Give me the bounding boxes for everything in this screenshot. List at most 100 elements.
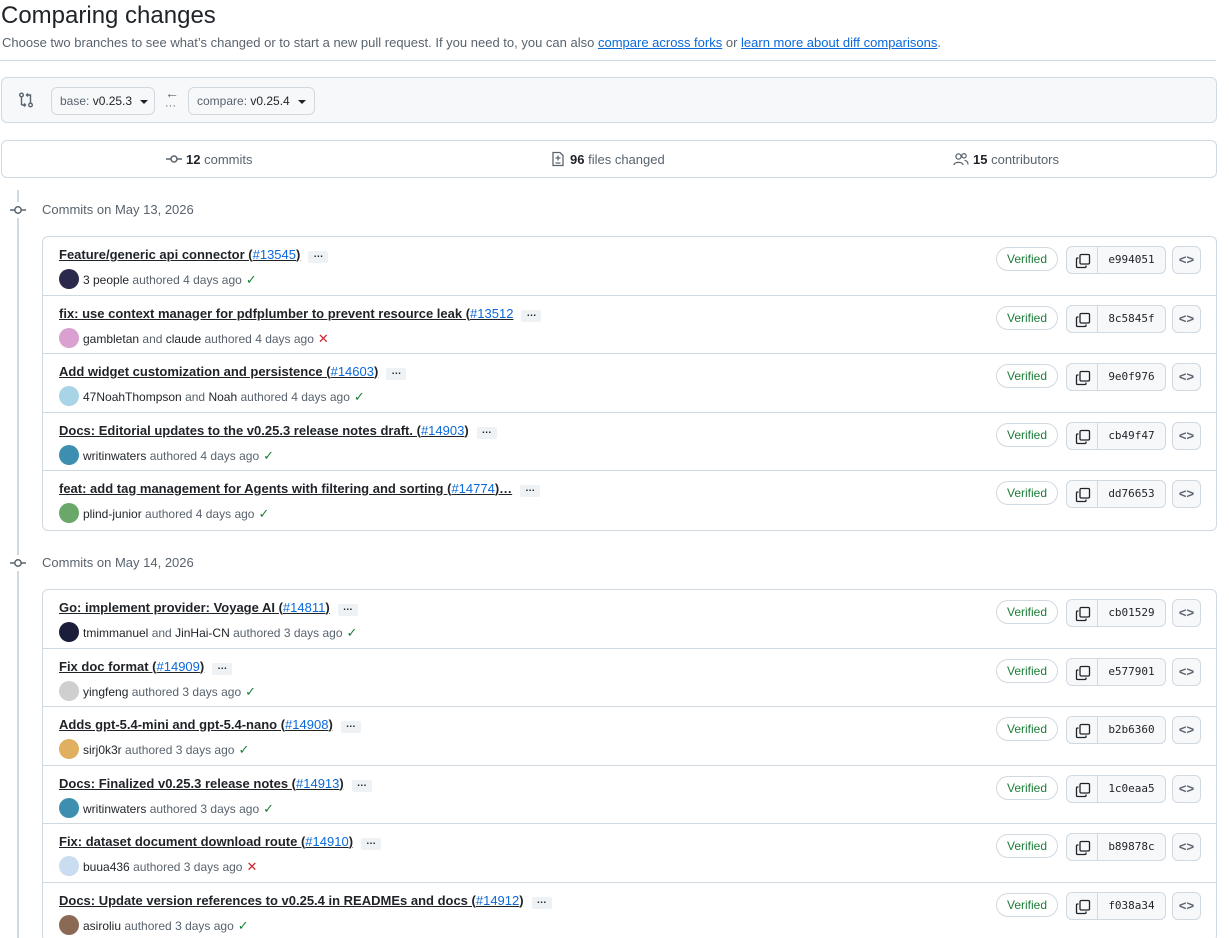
commit-title-link[interactable]: Feature/generic api connector (#13545)…	[59, 246, 329, 264]
check-icon[interactable]: ✓	[263, 801, 274, 816]
verified-badge[interactable]: Verified	[996, 834, 1059, 858]
copy-sha-button[interactable]	[1066, 363, 1098, 391]
author-link[interactable]: asiroliu	[83, 919, 121, 933]
commit-title-link[interactable]: Adds gpt-5.4-mini and gpt-5.4-nano (#149…	[59, 716, 361, 734]
commit-sha-link[interactable]: f038a34	[1097, 891, 1166, 920]
compare-across-forks-link[interactable]: compare across forks	[598, 35, 722, 50]
commit-title-link[interactable]: Docs: Finalized v0.25.3 release notes (#…	[59, 775, 372, 793]
commit-sha-link[interactable]: dd76653	[1097, 480, 1166, 508]
commit-title-link[interactable]: feat: add tag management for Agents with…	[59, 480, 541, 498]
commit-sha-link[interactable]: cb49f47	[1097, 421, 1166, 450]
author-link[interactable]: plind-junior	[83, 507, 142, 521]
pr-link[interactable]: #13512	[470, 306, 513, 321]
author-link[interactable]: 47NoahThompson	[83, 390, 182, 404]
commit-sha-link[interactable]: b89878c	[1097, 833, 1166, 861]
expand-message-button[interactable]: …	[521, 308, 542, 322]
verified-badge[interactable]: Verified	[996, 305, 1059, 330]
expand-message-button[interactable]: …	[337, 603, 358, 616]
base-branch-select[interactable]: base: v0.25.3	[51, 87, 155, 115]
x-icon[interactable]: ✕	[246, 859, 257, 874]
commit-sha-link[interactable]: 8c5845f	[1097, 304, 1166, 333]
browse-repo-button[interactable]: <>	[1172, 716, 1201, 744]
pr-link[interactable]: #14811	[283, 600, 325, 615]
author-link[interactable]: sirj0k3r	[83, 743, 122, 757]
expand-message-button[interactable]: …	[531, 895, 552, 909]
commit-sha-link[interactable]: b2b6360	[1097, 716, 1166, 744]
verified-badge[interactable]: Verified	[996, 247, 1059, 271]
expand-message-button[interactable]: …	[212, 661, 233, 675]
browse-repo-button[interactable]: <>	[1172, 774, 1201, 803]
verified-badge[interactable]: Verified	[996, 481, 1059, 505]
commit-sha-link[interactable]: 1c0eaa5	[1097, 774, 1166, 803]
check-icon[interactable]: ✓	[258, 506, 269, 521]
author-link[interactable]: writinwaters	[83, 449, 146, 463]
check-icon[interactable]: ✓	[246, 272, 257, 287]
author-link[interactable]: 3 people	[83, 273, 129, 287]
author-link[interactable]: writinwaters	[83, 802, 146, 816]
commit-title-link[interactable]: Go: implement provider: Voyage AI (#1481…	[59, 599, 358, 617]
copy-sha-button[interactable]	[1066, 774, 1098, 803]
pr-link[interactable]: #14912	[476, 893, 519, 908]
commit-title-link[interactable]: Add widget customization and persistence…	[59, 363, 407, 381]
expand-message-button[interactable]: …	[386, 367, 407, 380]
avatar[interactable]	[59, 622, 79, 642]
avatar[interactable]	[59, 739, 79, 759]
commit-sha-link[interactable]: 9e0f976	[1097, 363, 1166, 391]
author-link[interactable]: yingfeng	[83, 685, 128, 699]
pr-link[interactable]: #14910	[305, 834, 348, 849]
copy-sha-button[interactable]	[1066, 891, 1098, 920]
pr-link[interactable]: #14913	[296, 776, 339, 791]
files-changed-stat[interactable]: 96 files changed	[550, 151, 665, 168]
commit-sha-link[interactable]: e577901	[1097, 657, 1166, 686]
copy-sha-button[interactable]	[1066, 421, 1098, 450]
copy-sha-button[interactable]	[1066, 599, 1098, 627]
commit-title-link[interactable]: fix: use context manager for pdfplumber …	[59, 305, 542, 323]
check-icon[interactable]: ✓	[347, 625, 358, 640]
check-icon[interactable]: ✓	[354, 389, 365, 404]
check-icon[interactable]: ✓	[263, 448, 274, 463]
avatar[interactable]	[59, 797, 79, 818]
copy-sha-button[interactable]	[1066, 304, 1098, 333]
check-icon[interactable]: ✓	[238, 918, 249, 933]
expand-message-button[interactable]: …	[520, 484, 541, 497]
browse-repo-button[interactable]: <>	[1172, 833, 1201, 861]
copy-sha-button[interactable]	[1066, 657, 1098, 686]
browse-repo-button[interactable]: <>	[1172, 599, 1201, 627]
avatar[interactable]	[59, 914, 79, 935]
check-icon[interactable]: ✓	[238, 742, 249, 757]
check-icon[interactable]: ✓	[245, 684, 256, 699]
avatar[interactable]	[59, 680, 79, 701]
browse-repo-button[interactable]: <>	[1172, 657, 1201, 686]
expand-message-button[interactable]: …	[351, 778, 372, 792]
browse-repo-button[interactable]: <>	[1172, 891, 1201, 920]
pr-link[interactable]: #13545	[253, 247, 296, 262]
verified-badge[interactable]: Verified	[996, 364, 1059, 388]
copy-sha-button[interactable]	[1066, 716, 1098, 744]
pr-link[interactable]: #14903	[421, 423, 464, 438]
avatar[interactable]	[59, 327, 79, 348]
commit-sha-link[interactable]: e994051	[1097, 246, 1166, 274]
commit-title-link[interactable]: Docs: Editorial updates to the v0.25.3 r…	[59, 422, 497, 440]
pr-link[interactable]: #14908	[285, 717, 328, 732]
commits-stat[interactable]: 12 commits	[166, 151, 252, 168]
avatar[interactable]	[59, 856, 79, 876]
contributors-stat[interactable]: 15 contributors	[953, 151, 1059, 168]
commit-title-link[interactable]: Fix doc format (#14909)…	[59, 658, 233, 676]
coauthor-link[interactable]: JinHai-CN	[175, 626, 230, 640]
avatar[interactable]	[59, 503, 79, 523]
author-link[interactable]: gambletan	[83, 332, 139, 346]
avatar[interactable]	[59, 269, 79, 289]
copy-sha-button[interactable]	[1066, 480, 1098, 508]
browse-repo-button[interactable]: <>	[1172, 363, 1201, 391]
coauthor-link[interactable]: Noah	[208, 390, 237, 404]
commit-sha-link[interactable]: cb01529	[1097, 599, 1166, 627]
verified-badge[interactable]: Verified	[996, 775, 1059, 800]
verified-badge[interactable]: Verified	[996, 600, 1059, 624]
avatar[interactable]	[59, 444, 79, 465]
coauthor-link[interactable]: claude	[166, 332, 201, 346]
expand-message-button[interactable]: …	[340, 720, 361, 733]
verified-badge[interactable]: Verified	[996, 717, 1059, 741]
pr-link[interactable]: #14909	[157, 659, 200, 674]
verified-badge[interactable]: Verified	[996, 892, 1059, 917]
commit-title-link[interactable]: Fix: dataset document download route (#1…	[59, 833, 382, 851]
